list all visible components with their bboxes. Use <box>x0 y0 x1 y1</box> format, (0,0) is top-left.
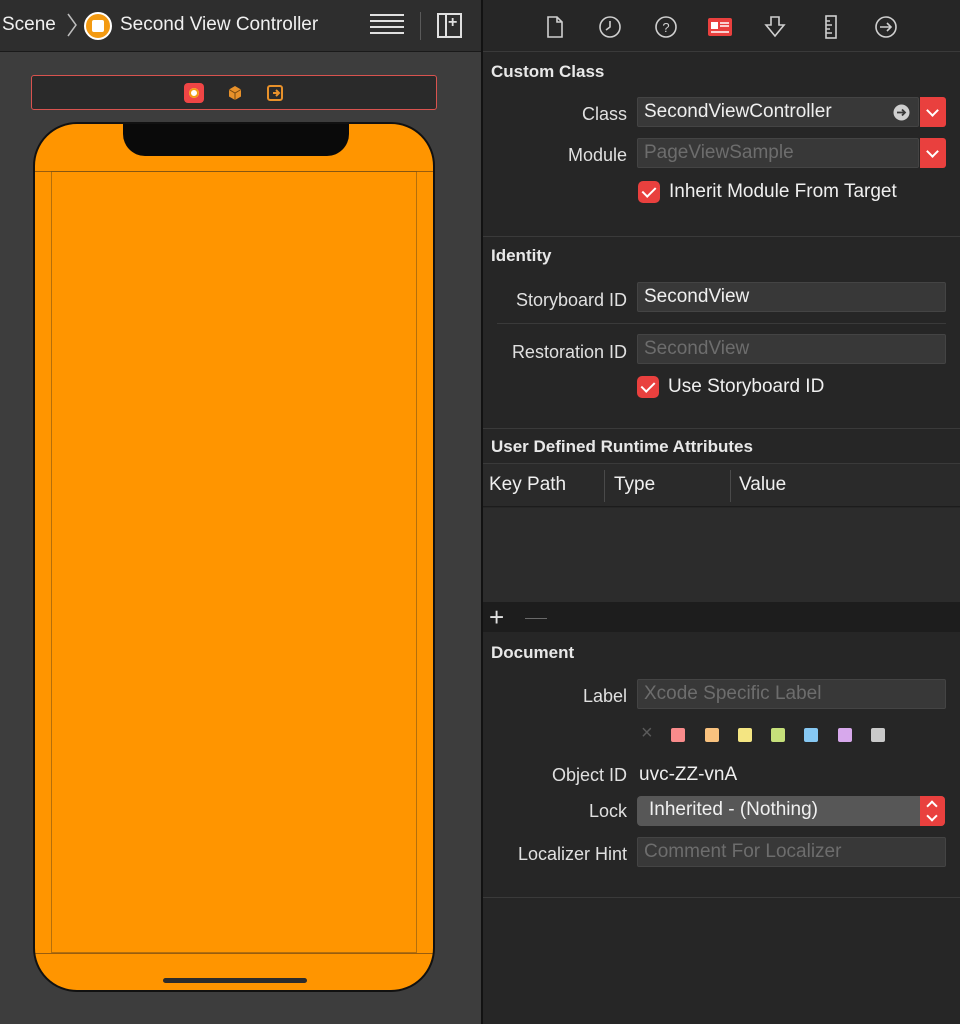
module-dropdown-button[interactable] <box>920 138 946 168</box>
row-divider <box>497 323 946 324</box>
exit-icon[interactable] <box>265 83 285 103</box>
history-icon[interactable] <box>597 14 623 40</box>
class-dropdown-button[interactable] <box>920 97 946 127</box>
document-outline-button[interactable] <box>370 14 404 38</box>
storyboard-id-field[interactable]: SecondView <box>637 282 946 312</box>
color-swatch-orange[interactable] <box>705 728 719 742</box>
view-controller-dock-icon[interactable] <box>184 83 204 103</box>
runtime-attributes-table[interactable] <box>483 508 960 602</box>
safe-area-bottom-guide <box>35 953 433 954</box>
color-swatch-red[interactable] <box>671 728 685 742</box>
runtime-attributes-section: User Defined Runtime Attributes <box>483 429 960 463</box>
runtime-attributes-footer: + <box>483 602 960 632</box>
column-key-path[interactable]: Key Path <box>489 474 566 496</box>
object-id-label: Object ID <box>551 765 627 785</box>
arrow-circle-icon[interactable] <box>893 104 910 121</box>
restoration-id-label: Restoration ID <box>511 342 627 362</box>
section-title: Identity <box>491 246 552 265</box>
color-swatch-gray[interactable] <box>871 728 885 742</box>
identity-icon[interactable] <box>707 14 733 40</box>
breadcrumb-scene[interactable]: Scene <box>2 14 56 36</box>
column-value[interactable]: Value <box>739 474 786 496</box>
class-label: Class <box>581 104 627 124</box>
color-swatch-blue[interactable] <box>804 728 818 742</box>
label-field[interactable]: Xcode Specific Label <box>637 679 946 709</box>
section-title: Custom Class <box>491 62 605 81</box>
storyboard-canvas[interactable]: Scene Second View Controller <box>0 0 481 1024</box>
restoration-id-field[interactable]: SecondView <box>637 334 946 364</box>
jump-bar: Scene Second View Controller <box>0 0 481 52</box>
scene-dock <box>31 75 437 110</box>
class-value: SecondViewController <box>644 101 832 122</box>
module-field[interactable]: PageViewSample <box>637 138 919 168</box>
file-icon[interactable] <box>542 14 568 40</box>
add-editor-button[interactable] <box>437 13 462 38</box>
column-separator <box>730 470 731 502</box>
localizer-hint-field[interactable]: Comment For Localizer <box>637 837 946 867</box>
no-color-icon[interactable]: × <box>641 722 653 745</box>
section-title: User Defined Runtime Attributes <box>491 437 753 456</box>
remove-attribute-button[interactable] <box>525 618 547 619</box>
add-attribute-button[interactable]: + <box>489 604 504 630</box>
lines-icon <box>370 14 404 16</box>
column-type[interactable]: Type <box>614 474 655 496</box>
jumpbar-divider <box>420 12 421 40</box>
size-icon[interactable] <box>818 14 844 40</box>
section-title: Document <box>491 643 575 662</box>
class-field[interactable]: SecondViewController <box>637 97 919 127</box>
custom-class-section: Custom Class Class SecondViewController … <box>483 52 960 237</box>
device-notch <box>123 124 349 156</box>
runtime-attributes-table-header: Key Path Type Value <box>483 463 960 507</box>
help-icon[interactable]: ? <box>653 14 679 40</box>
module-label: Module <box>567 145 627 165</box>
first-responder-icon[interactable] <box>225 83 245 103</box>
svg-text:?: ? <box>662 20 669 35</box>
safe-area-outline <box>51 171 417 953</box>
color-swatch-yellow[interactable] <box>738 728 752 742</box>
identity-section: Identity Storyboard ID SecondView Restor… <box>483 237 960 429</box>
column-separator <box>604 470 605 502</box>
inherit-module-checkbox[interactable] <box>638 181 660 203</box>
identity-inspector: ? Custom Class Class SecondViewControlle… <box>483 0 960 1024</box>
attributes-icon[interactable] <box>762 14 788 40</box>
home-indicator <box>163 978 307 983</box>
inspector-tab-bar: ? <box>483 0 960 52</box>
color-swatch-purple[interactable] <box>838 728 852 742</box>
label-label: Label <box>582 686 627 706</box>
object-id-value: uvc-ZZ-vnA <box>639 764 738 785</box>
lock-label: Lock <box>588 801 627 821</box>
lock-popup-button[interactable]: Inherited - (Nothing) <box>637 796 945 826</box>
storyboard-id-label: Storyboard ID <box>515 290 627 310</box>
connections-icon[interactable] <box>873 14 899 40</box>
breadcrumb-view-controller[interactable]: Second View Controller <box>120 14 318 36</box>
inherit-module-label: Inherit Module From Target <box>669 181 897 202</box>
popup-arrows-icon <box>920 796 945 826</box>
chevron-right-icon <box>67 13 77 37</box>
view-controller-icon <box>84 12 112 40</box>
localizer-hint-label: Localizer Hint <box>517 844 627 864</box>
color-swatch-green[interactable] <box>771 728 785 742</box>
iphone-view[interactable] <box>33 122 435 992</box>
lock-value: Inherited - (Nothing) <box>649 799 818 820</box>
use-storyboard-id-label: Use Storyboard ID <box>668 376 825 397</box>
use-storyboard-id-checkbox[interactable] <box>637 376 659 398</box>
